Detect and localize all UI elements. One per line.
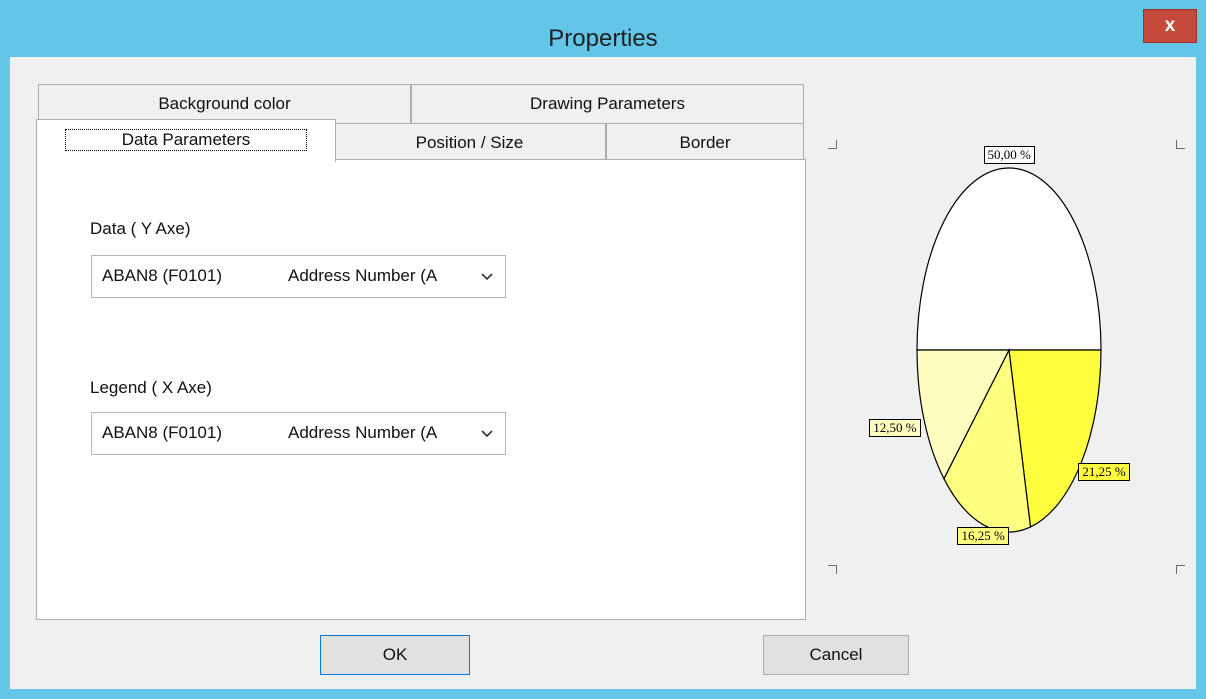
pie-data-label: 21,25 % [1078, 463, 1130, 482]
properties-window: Properties x Background color Drawing Pa… [0, 0, 1206, 699]
pie-data-label: 16,25 % [957, 527, 1009, 546]
tab-label: Position / Size [415, 133, 524, 152]
close-icon: x [1164, 15, 1176, 36]
chevron-down-icon[interactable] [481, 270, 493, 282]
close-button[interactable]: x [1143, 9, 1197, 43]
data-y-field-description: Address Number (A [288, 266, 438, 285]
data-y-axis-select[interactable]: ABAN8 (F0101) Address Number (A [91, 255, 506, 298]
title-bar[interactable]: Properties x [0, 0, 1206, 56]
tab-drawing-parameters[interactable]: Drawing Parameters [411, 84, 804, 123]
tab-label: Background color [158, 94, 291, 113]
data-y-axis-label: Data ( Y Axe) [90, 219, 191, 238]
tab-label: Data Parameters [64, 129, 308, 151]
tab-data-parameters[interactable]: Data Parameters [36, 119, 336, 162]
chevron-down-icon[interactable] [481, 427, 493, 439]
cancel-button[interactable]: Cancel [763, 635, 909, 675]
window-title: Properties [548, 25, 658, 52]
legend-x-axis-label: Legend ( X Axe) [90, 378, 212, 397]
ok-button[interactable]: OK [320, 635, 470, 675]
legend-x-axis-select[interactable]: ABAN8 (F0101) Address Number (A [91, 412, 506, 455]
tab-background-color[interactable]: Background color [38, 84, 411, 123]
tab-position-size[interactable]: Position / Size [333, 123, 606, 160]
legend-x-field-description: Address Number (A [288, 423, 438, 442]
pie-data-label: 50,00 % [983, 146, 1035, 164]
tab-label: Border [679, 133, 731, 152]
chart-preview: 50,00 % 21,25 % 16,25 % 12,50 % [818, 118, 1198, 588]
legend-x-field-code: ABAN8 (F0101) [102, 423, 222, 442]
tab-label: Drawing Parameters [530, 94, 685, 113]
data-y-field-code: ABAN8 (F0101) [102, 266, 222, 285]
tab-border[interactable]: Border [606, 123, 804, 160]
pie-slice [916, 167, 1102, 351]
pie-chart [916, 167, 1102, 533]
pie-data-label: 12,50 % [869, 419, 921, 438]
